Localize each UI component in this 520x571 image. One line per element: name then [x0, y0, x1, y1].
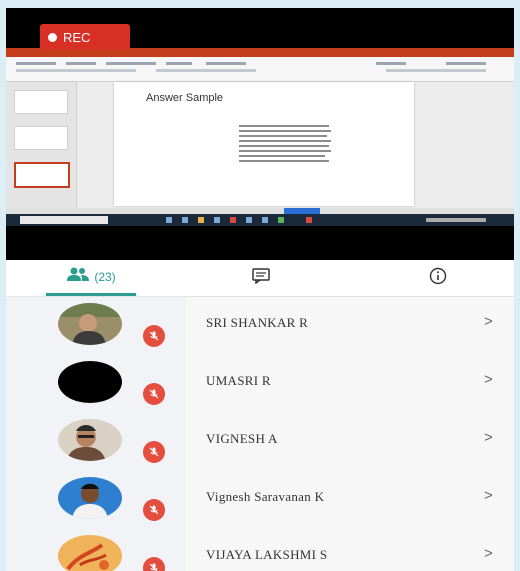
- mic-muted-icon: [143, 383, 165, 405]
- avatar: [58, 419, 122, 461]
- tab-info[interactable]: [418, 260, 458, 296]
- participant-count: (23): [94, 269, 116, 284]
- app-ribbon: [6, 57, 514, 82]
- mic-muted-icon: [143, 499, 165, 521]
- participant-row[interactable]: VIJAYA LAKSHMI S >: [6, 529, 514, 571]
- tab-participants[interactable]: (23): [46, 260, 136, 296]
- taskbar-search: [20, 216, 108, 224]
- slide-table: [239, 125, 331, 165]
- chevron-right-icon[interactable]: >: [484, 429, 493, 446]
- slide-title: Answer Sample: [146, 92, 224, 104]
- chat-icon: [252, 267, 270, 289]
- slide-thumbnails: [6, 82, 77, 208]
- participant-row[interactable]: VIGNESH A >: [6, 413, 514, 471]
- presentation-app: Answer Sample: [6, 48, 514, 214]
- participant-row[interactable]: Vignesh Saravanan K >: [6, 471, 514, 529]
- participant-row[interactable]: UMASRI R >: [6, 355, 514, 413]
- participant-list: SRI SHANKAR R > UMASRI R > VIGNESH A > V…: [6, 297, 514, 571]
- chevron-right-icon[interactable]: >: [484, 487, 493, 504]
- shared-screen: Answer Sample: [6, 20, 514, 260]
- mic-muted-icon: [143, 325, 165, 347]
- tab-chat[interactable]: [241, 260, 281, 296]
- mic-muted-icon: [143, 557, 165, 571]
- participant-name: SRI SHANKAR R: [206, 315, 309, 330]
- info-icon: [429, 267, 447, 290]
- avatar: [58, 303, 122, 345]
- chevron-right-icon[interactable]: >: [484, 313, 493, 330]
- participant-name: Vignesh Saravanan K: [206, 489, 325, 504]
- recording-badge: REC: [40, 24, 130, 50]
- avatar: [58, 361, 122, 403]
- participant-name: VIJAYA LAKSHMI S: [206, 547, 328, 562]
- meeting-window: Answer Sample REC (23) SRI SHANKAR R > U…: [6, 8, 514, 571]
- avatar: [58, 477, 122, 519]
- record-dot-icon: [48, 32, 57, 42]
- chevron-right-icon[interactable]: >: [484, 371, 493, 388]
- slide-canvas: Answer Sample: [114, 82, 414, 206]
- panel-tabs: (23): [6, 260, 514, 297]
- participant-name: UMASRI R: [206, 373, 271, 388]
- people-icon: [66, 266, 90, 287]
- os-taskbar: [6, 214, 514, 226]
- participant-row[interactable]: SRI SHANKAR R >: [6, 297, 514, 355]
- recording-label: REC: [63, 29, 91, 45]
- avatar: [58, 535, 122, 571]
- mic-muted-icon: [143, 441, 165, 463]
- participant-name: VIGNESH A: [206, 431, 278, 446]
- chevron-right-icon[interactable]: >: [484, 545, 493, 562]
